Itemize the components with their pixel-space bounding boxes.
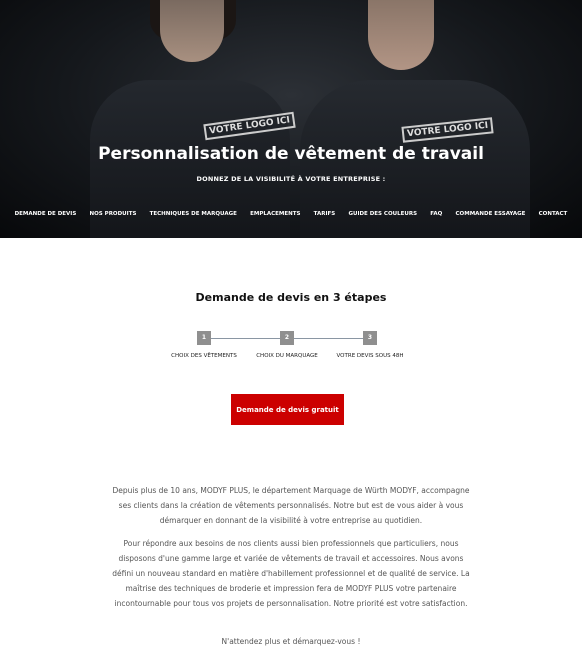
closing-paragraph: N'attendez plus et démarquez-vous ! (221, 637, 361, 646)
page-title: Personnalisation de vêtement de travail (98, 144, 484, 164)
step-number-2: 2 (280, 331, 294, 345)
nav-item-emplacements[interactable]: EMPLACEMENTS (250, 211, 300, 217)
hero-subtitle: DONNEZ DE LA VISIBILITÉ À VOTRE ENTREPRI… (196, 175, 386, 183)
nav-item-tarifs[interactable]: TARIFS (314, 211, 336, 217)
nav-item-demande-de-devis[interactable]: DEMANDE DE DEVIS (15, 211, 77, 217)
nav-item-faq[interactable]: FAQ (430, 211, 442, 217)
nav-item-techniques-de-marquage[interactable]: TECHNIQUES DE MARQUAGE (150, 211, 237, 217)
step-number-3: 3 (363, 331, 377, 345)
description-paragraph: Pour répondre aux besoins de nos clients… (112, 539, 470, 608)
step-label-3: VOTRE DEVIS SOUS 48H (336, 353, 404, 359)
hero-photo-face-right (368, 0, 434, 70)
request-quote-button[interactable]: Demande de devis gratuit (231, 394, 344, 425)
hero-photo-face-left (160, 0, 224, 62)
nav-item-commande-essayage[interactable]: COMMANDE ESSAYAGE (456, 211, 526, 217)
main-nav: DEMANDE DE DEVIS NOS PRODUITS TECHNIQUES… (0, 211, 582, 217)
intro-paragraph: Depuis plus de 10 ans, MODYF PLUS, le dé… (112, 486, 470, 525)
nav-item-nos-produits[interactable]: NOS PRODUITS (90, 211, 137, 217)
hero-banner: VOTRE LOGO ICI VOTRE LOGO ICI Personnali… (0, 0, 582, 238)
step-number-1: 1 (197, 331, 211, 345)
nav-item-guide-des-couleurs[interactable]: GUIDE DES COULEURS (348, 211, 417, 217)
nav-item-contact[interactable]: CONTACT (539, 211, 568, 217)
steps-title: Demande de devis en 3 étapes (195, 291, 387, 304)
